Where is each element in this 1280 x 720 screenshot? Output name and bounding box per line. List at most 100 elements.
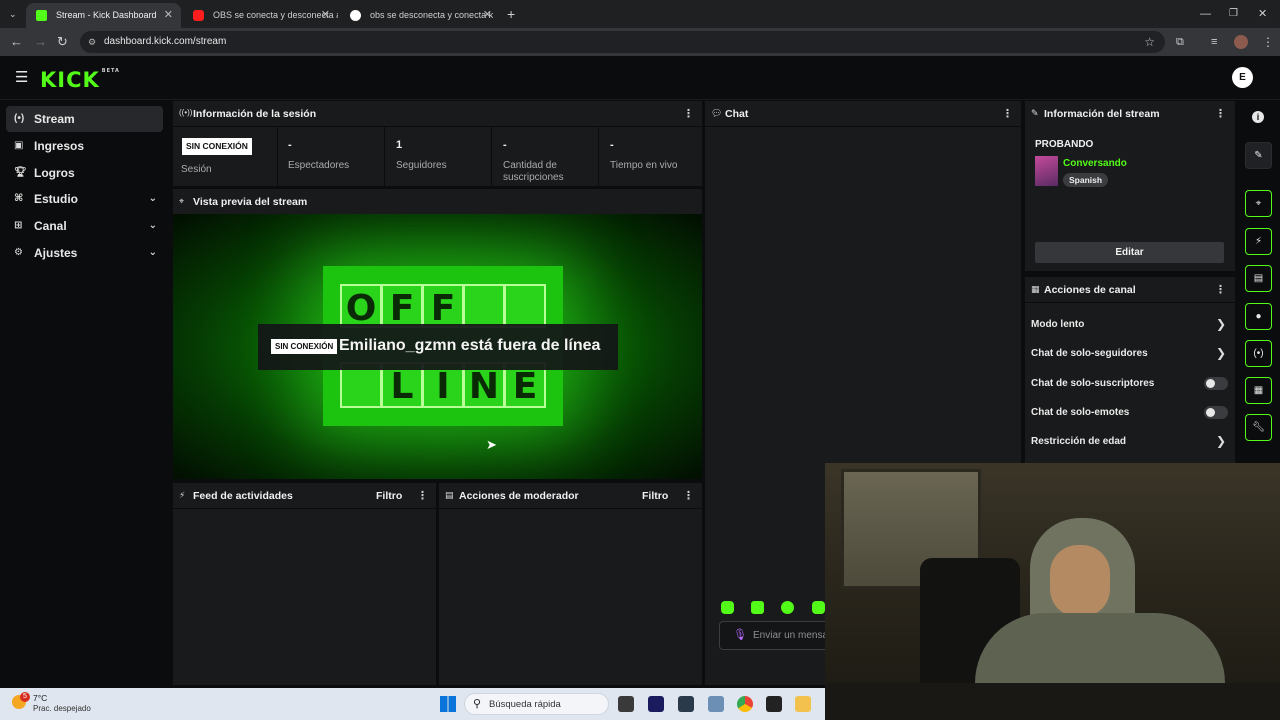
address-bar[interactable]: ⚙ dashboard.kick.com/stream ☆ [80,31,1165,53]
site-info-icon[interactable]: ⚙ [88,31,96,53]
sidebar-item-estudio[interactable]: ⌘ Estudio ⌄ [6,186,163,212]
reload-icon[interactable]: ↻ [57,28,68,56]
avatar-letter: E [1239,72,1246,83]
broadcast-icon: (•) [14,113,25,124]
kick-favicon-icon [36,10,47,21]
chevron-right-icon[interactable]: ❯ [1216,434,1226,448]
slow-mode-label[interactable]: Modo lento [1031,319,1084,330]
category-thumbnail [1035,156,1058,186]
browser-menu-icon[interactable]: ⋮ [1262,28,1274,56]
extensions-icon[interactable]: ⧉ [1176,28,1184,56]
hamburger-menu-icon[interactable]: ☰ [15,68,28,86]
channel-icon: ▦ [1031,284,1040,294]
media-controls-icon[interactable]: ≡ [1211,28,1217,56]
age-restriction-label[interactable]: Restricción de edad [1031,436,1126,447]
subscriptions-label: Cantidad de suscripciones [503,160,564,183]
chat-shortcut-button[interactable]: ● [1245,303,1272,330]
moderator-filter-button[interactable]: Filtro [642,490,668,502]
beta-tag: BETA [101,68,120,74]
clipboard-icon: ▤ [445,490,454,500]
activity-filter-button[interactable]: Filtro [376,490,402,502]
microphone-icon[interactable]: 🎙︎ [733,628,747,641]
tab-youtube[interactable]: OBS se conecta y desconecta a ✕ [183,3,338,28]
sidebar-item-canal[interactable]: ⊞ Canal ⌄ [6,213,163,239]
moderator-title: Acciones de moderador [459,490,579,502]
emote-icon[interactable] [721,601,734,614]
sidebar-item-ajustes[interactable]: ⚙ Ajustes ⌄ [6,240,163,266]
temperature-text: 7°C [33,693,48,703]
stream-title-text: PROBANDO [1035,139,1094,150]
broadcast-icon: ((•)) [179,108,193,117]
moderator-menu-icon[interactable]: ⋮ [683,489,694,502]
stream-info-menu-icon[interactable]: ⋮ [1215,107,1226,120]
folder-icon[interactable] [795,696,811,712]
forward-icon[interactable]: → [34,28,47,56]
weather-text: Prac. despejado [33,704,91,713]
obs-icon[interactable] [766,696,782,712]
tab-search-icon[interactable]: ⌄ [9,0,17,28]
kick-logo[interactable]: KICK BETA [40,68,120,92]
broadcast-shortcut-button[interactable]: (•) [1245,340,1272,367]
url-text: dashboard.kick.com/stream [104,36,227,47]
layout-shortcut-button[interactable]: ▦ [1245,377,1272,404]
category-name[interactable]: Conversando [1063,158,1127,169]
close-tab-icon[interactable]: ✕ [164,3,173,28]
new-tab-icon[interactable]: + [507,0,515,28]
stream-info-title: Información del stream [1044,108,1160,120]
lightning-shortcut-button[interactable]: ⚡︎ [1245,228,1272,255]
person-face [1050,545,1110,617]
search-icon: ⚲ [473,698,482,710]
tab-google[interactable]: obs se desconecta y conecta k ✕ [340,3,500,28]
money-icon: ▣ [14,140,24,151]
chevron-right-icon[interactable]: ❯ [1216,346,1226,360]
app-icon[interactable] [708,696,724,712]
chat-menu-icon[interactable]: ⋮ [1002,107,1013,120]
bookmark-star-icon[interactable]: ☆ [1144,31,1155,53]
session-title: Información de la sesión [193,108,317,120]
channel-actions-menu-icon[interactable]: ⋮ [1215,283,1226,296]
emotes-only-toggle[interactable] [1204,406,1228,419]
edit-button[interactable]: Editar [1035,242,1224,263]
sidebar-item-logros[interactable]: 🏆︎ Logros [6,160,163,186]
sign-cell: O [340,284,382,329]
tab-title: obs se desconecta y conecta k [370,10,494,20]
profile-avatar-icon[interactable] [1234,35,1248,49]
sign-cell [463,284,505,328]
emote-icon[interactable] [781,601,794,614]
followers-only-label[interactable]: Chat de solo-seguidores [1031,348,1148,359]
clip-shortcut-button[interactable]: ⌖ [1245,190,1272,217]
sidebar-item-ingresos[interactable]: ▣ Ingresos [6,133,163,159]
sidebar-item-label: Estudio [34,192,78,206]
sign-cell: F [422,284,464,329]
trophy-icon: 🏆︎ [14,167,27,178]
back-icon[interactable]: ← [10,28,23,56]
close-window-icon[interactable]: ✕ [1258,0,1267,28]
premiere-icon[interactable] [648,696,664,712]
windows-start-icon[interactable] [440,696,456,712]
activity-menu-icon[interactable]: ⋮ [417,489,428,502]
restore-icon[interactable]: ❐ [1229,0,1238,28]
info-icon[interactable]: i [1252,111,1264,123]
davinci-icon[interactable] [678,696,694,712]
file-manager-icon[interactable] [618,696,634,712]
user-avatar[interactable]: E [1232,67,1253,88]
tab-kick-dashboard[interactable]: Stream - Kick Dashboard ✕ [26,3,181,28]
chevron-down-icon: ⌄ [148,247,157,258]
chevron-right-icon[interactable]: ❯ [1216,317,1226,331]
close-tab-icon[interactable]: ✕ [483,3,492,28]
chrome-icon[interactable] [737,696,753,712]
stat-divider [277,127,278,186]
taskbar-search[interactable]: ⚲ Búsqueda rápida [464,693,609,715]
close-tab-icon[interactable]: ✕ [321,3,330,28]
tools-shortcut-button[interactable]: 🔧︎ [1245,414,1272,441]
emote-icon[interactable] [812,601,825,614]
subscribers-only-toggle[interactable] [1204,377,1228,390]
edit-shortcut-button[interactable]: ✎ [1245,142,1272,169]
session-menu-icon[interactable]: ⋮ [683,107,694,120]
sidebar-item-stream[interactable]: (•) Stream [6,106,163,132]
minimize-icon[interactable]: — [1200,0,1211,28]
edit-button-label: Editar [1115,247,1144,258]
sidebar-item-label: Ajustes [34,246,78,260]
emote-icon[interactable] [751,601,764,614]
notes-shortcut-button[interactable]: ▤ [1245,265,1272,292]
